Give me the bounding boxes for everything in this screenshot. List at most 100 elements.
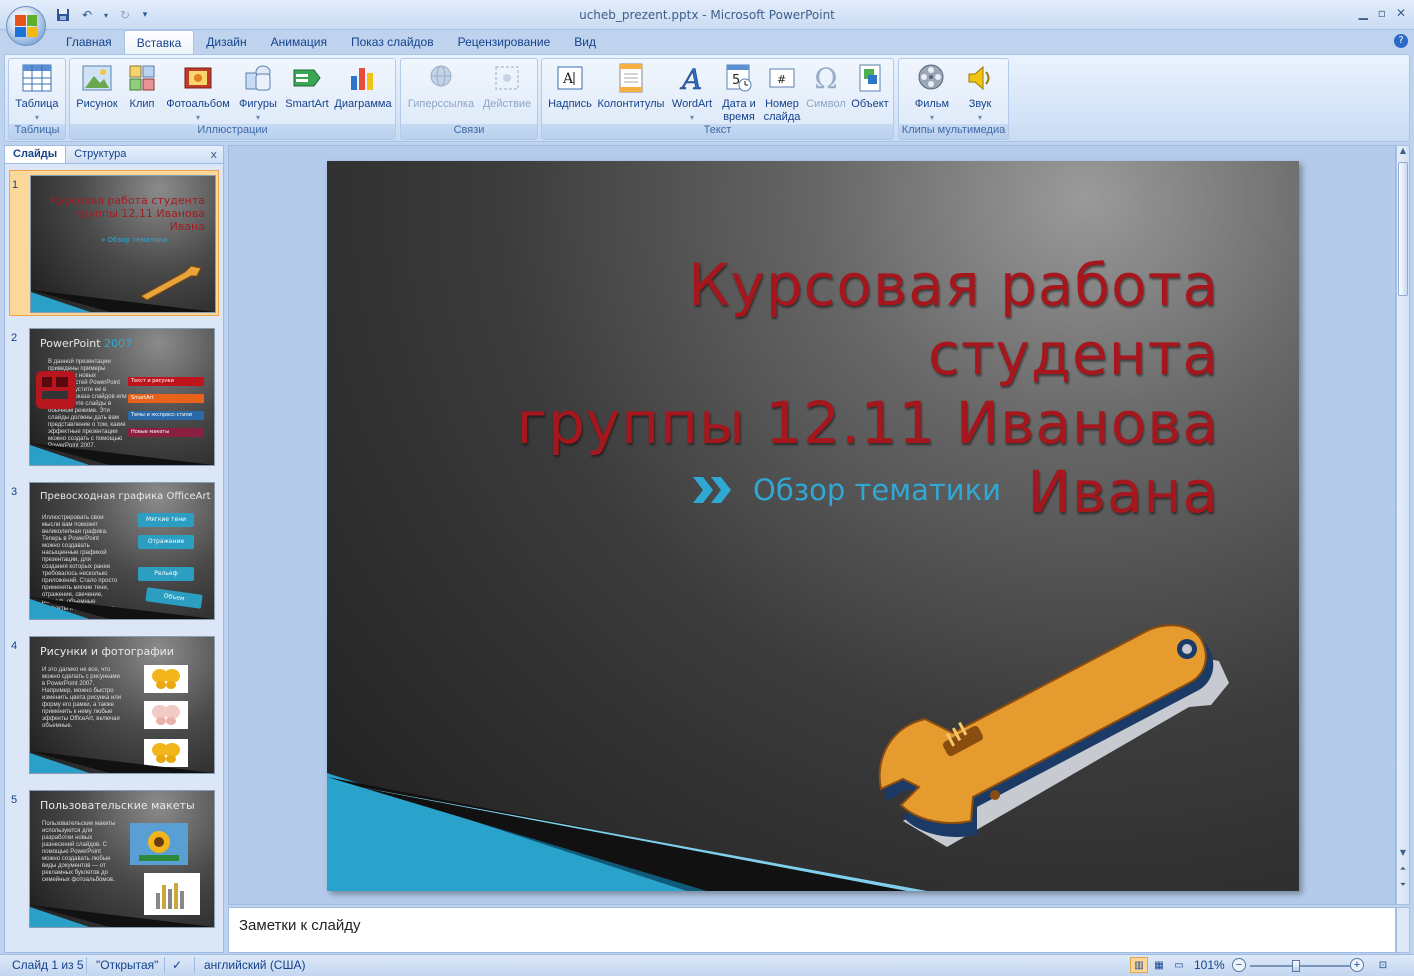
thumb-button: Мягкие тени: [138, 513, 194, 527]
thumb-title: Курсовая работа студента группы 12.11 Ив…: [50, 194, 205, 233]
tab-view[interactable]: Вид: [562, 30, 608, 54]
slide-thumb-image: Пользовательские макеты Пользовательские…: [29, 790, 215, 928]
object-icon: [854, 62, 886, 94]
status-theme[interactable]: "Открытая": [96, 958, 158, 972]
prev-slide-icon[interactable]: ⏶: [1397, 864, 1409, 878]
movie-button[interactable]: Фильм ▾: [907, 62, 957, 124]
butterfly-image: [144, 665, 188, 693]
slide-thumbnail-1[interactable]: 1 Курсовая работа студента группы 12.11 …: [9, 170, 219, 316]
close-icon[interactable]: ✕: [1396, 6, 1406, 20]
thumb-title-highlight: 2007: [104, 337, 133, 350]
restore-icon[interactable]: ▫: [1378, 6, 1386, 20]
speaker-icon: [964, 62, 996, 94]
pane-tabs: Слайды Структура x: [5, 146, 223, 164]
slide-number: 3: [11, 486, 18, 498]
slide-title-line-2: группы 12.11 Иванова: [516, 389, 1219, 457]
zoom-in-icon[interactable]: +: [1350, 958, 1364, 972]
photo-album-button[interactable]: Фотоальбом ▾: [164, 62, 232, 124]
slide-scrollbar[interactable]: ▲ ▼ ⏶ ⏷: [1396, 145, 1410, 905]
thumb-bar: Текст и рисунки: [128, 377, 204, 386]
slide-number: 5: [11, 794, 18, 806]
tab-slides[interactable]: Слайды: [5, 146, 67, 163]
wordart-icon: A: [676, 62, 708, 94]
status-slide-info: Слайд 1 из 5: [12, 958, 84, 972]
slide-thumbnail-5[interactable]: 5 Пользовательские макеты Пользовательск…: [9, 786, 219, 932]
smartart-icon: [291, 62, 323, 94]
slide-thumbnail-4[interactable]: 4 Рисунки и фотографии И это далеко не в…: [9, 632, 219, 778]
smartart-button[interactable]: SmartArt: [282, 62, 332, 111]
next-slide-icon[interactable]: ⏷: [1397, 880, 1409, 894]
zoom-out-icon[interactable]: −: [1232, 958, 1246, 972]
normal-view-icon[interactable]: ▥: [1130, 957, 1148, 973]
group-media: Фильм ▾ Звук ▾ Клипы мультимедиа: [898, 58, 1009, 140]
tab-insert[interactable]: Вставка: [123, 30, 195, 54]
group-label-media: Клипы мультимедиа: [899, 124, 1008, 139]
textbox-button[interactable]: A Надпись: [544, 62, 596, 111]
tab-review[interactable]: Рецензирование: [446, 30, 563, 54]
symbol-button[interactable]: Ω Символ: [804, 62, 848, 111]
table-button[interactable]: Таблица ▾: [11, 62, 63, 124]
wordart-button[interactable]: A WordArt ▾: [668, 62, 716, 124]
slides-pane: Слайды Структура x 1 Курсовая работа сту…: [4, 145, 224, 953]
zoom-slider-handle[interactable]: [1292, 960, 1300, 972]
zoom-level[interactable]: 101%: [1194, 958, 1225, 972]
chart-icon: [347, 62, 379, 94]
object-button[interactable]: Объект: [848, 62, 892, 111]
slideshow-view-icon[interactable]: ▭: [1170, 957, 1188, 973]
scroll-up-icon[interactable]: ▲: [1397, 146, 1409, 160]
slide-subtitle[interactable]: Обзор тематики: [693, 473, 1001, 507]
thumb-title: Пользовательские макеты: [40, 799, 195, 812]
slide-stripe-decoration: [327, 773, 927, 891]
status-language[interactable]: английский (США): [204, 958, 305, 972]
window-controls: ▁ ▫ ✕: [1359, 6, 1406, 20]
action-button[interactable]: Действие: [479, 62, 535, 111]
hyperlink-button[interactable]: Гиперссылка: [405, 62, 477, 111]
current-slide[interactable]: Курсовая работа студента группы 12.11 Ив…: [327, 161, 1299, 891]
scroll-down-icon[interactable]: ▼: [1397, 848, 1409, 862]
thumb-body: И это далеко не все, что можно сделать с…: [42, 667, 122, 729]
sunflower-image: [130, 823, 188, 865]
sound-button[interactable]: Звук ▾: [957, 62, 1003, 124]
tab-animation[interactable]: Анимация: [259, 30, 339, 54]
minimize-icon[interactable]: ▁: [1359, 6, 1368, 20]
thumb-subtitle-text: Обзор тематики: [107, 236, 168, 244]
tab-design[interactable]: Дизайн: [194, 30, 258, 54]
close-pane-icon[interactable]: x: [210, 148, 217, 161]
thumb-stripe: [30, 443, 214, 465]
header-footer-button[interactable]: Колонтитулы: [596, 62, 666, 111]
double-chevron-icon: [693, 477, 731, 503]
tab-slideshow[interactable]: Показ слайдов: [339, 30, 446, 54]
group-label-tables: Таблицы: [9, 124, 65, 139]
slide-thumbnail-3[interactable]: 3 Превосходная графика OfficeArt Иллюстр…: [9, 478, 219, 624]
tab-home[interactable]: Главная: [54, 30, 124, 54]
textbox-icon: A: [554, 62, 586, 94]
notes-pane[interactable]: Заметки к слайду: [228, 907, 1396, 953]
clip-button[interactable]: Клип: [124, 62, 160, 111]
thumb-stripe: [31, 290, 215, 312]
picture-button[interactable]: Рисунок: [74, 62, 120, 111]
thumb-bar: Новые макеты: [128, 428, 204, 437]
slide-sorter-view-icon[interactable]: ▦: [1150, 957, 1168, 973]
chart-button[interactable]: Диаграмма: [332, 62, 394, 111]
office-button[interactable]: [6, 6, 46, 46]
thumb-bar: Темы и экспресс-стили: [128, 411, 204, 420]
date-time-button[interactable]: 5 Дата и время: [718, 62, 760, 124]
group-illustrations: Рисунок Клип Фотоальбом ▾ Фигуры ▾ Smart…: [69, 58, 396, 140]
shapes-button[interactable]: Фигуры ▾: [236, 62, 280, 124]
slide-number: 1: [12, 179, 19, 191]
slide-subtitle-text: Обзор тематики: [753, 473, 1001, 507]
tab-outline[interactable]: Структура: [66, 146, 134, 163]
zoom-slider[interactable]: [1250, 965, 1350, 967]
notes-placeholder: Заметки к слайду: [239, 917, 361, 934]
notes-scrollbar[interactable]: [1396, 907, 1410, 953]
group-label-illustrations: Иллюстрации: [70, 124, 395, 139]
slide-thumbnail-2[interactable]: 2 PowerPoint 2007 В данной презентации п…: [9, 324, 219, 470]
fit-to-window-icon[interactable]: ⊡: [1374, 957, 1392, 973]
office-logo-icon: [15, 15, 37, 37]
thumb-stripe: [30, 905, 214, 927]
help-icon[interactable]: ?: [1394, 34, 1408, 48]
scroll-thumb[interactable]: [1398, 162, 1408, 296]
slide-number-button[interactable]: # Номер слайда: [762, 62, 802, 124]
spellcheck-icon[interactable]: ✓: [172, 958, 182, 972]
group-label-links: Связи: [401, 124, 537, 139]
